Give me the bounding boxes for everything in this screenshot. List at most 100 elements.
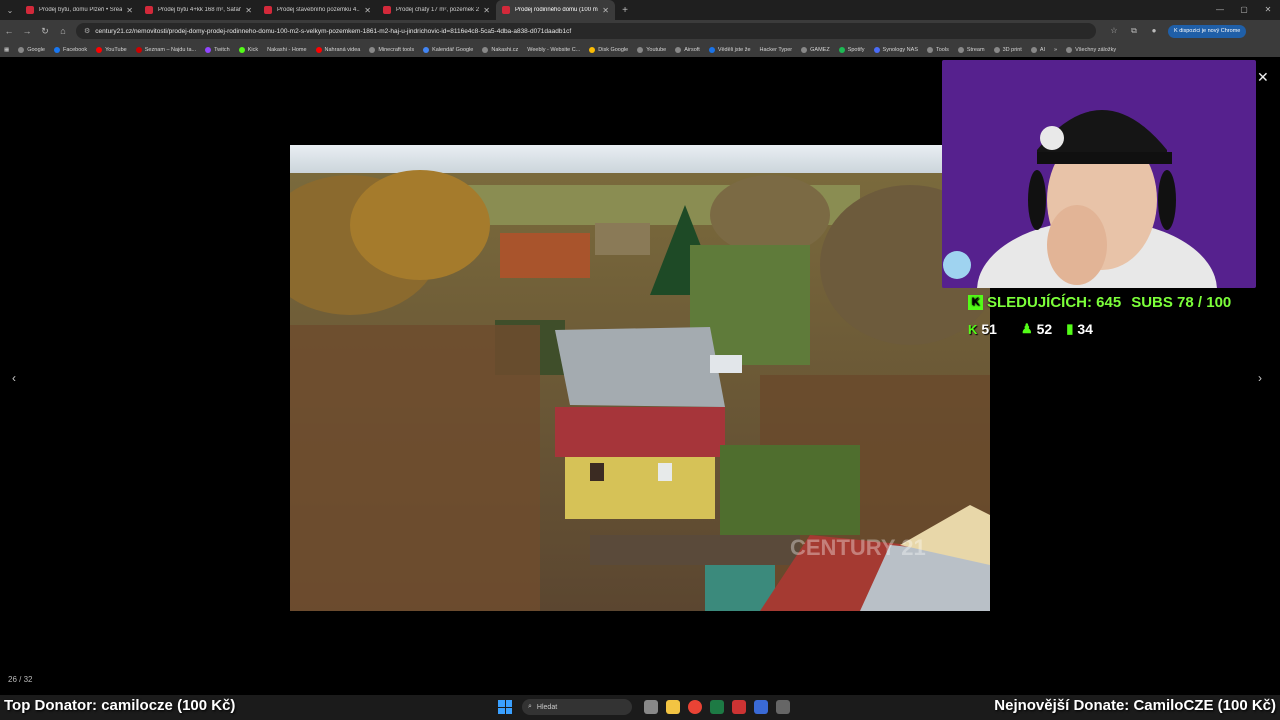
bookmark-item[interactable]: Kick [238, 46, 258, 53]
bookmark-folder[interactable]: 3D print [993, 46, 1022, 53]
photo-counter: 26 / 32 [8, 675, 33, 684]
tab-2[interactable]: Prodej bytu 4+kk 168 m², Šafaří ✕ [139, 0, 258, 20]
tab-3[interactable]: Prodej stavebního pozemku 4... ✕ [258, 0, 377, 20]
viewer-count: SLEDUJÍCÍCH: 645 [987, 293, 1122, 311]
bookmark-item[interactable]: Google [18, 46, 45, 53]
previous-photo-icon[interactable]: ‹ [12, 371, 16, 385]
kick-logo-icon: K [968, 294, 983, 310]
bookmark-item[interactable]: Weebly - Website C... [527, 47, 580, 53]
century21-icon [502, 6, 510, 14]
excel-icon[interactable] [710, 700, 724, 714]
close-window-icon[interactable]: ✕ [1256, 0, 1280, 20]
bookmark-item[interactable]: Seznam – Najdu ta... [135, 46, 196, 53]
bookmark-folder[interactable]: Youtube [637, 46, 666, 53]
browser-toolbar: ← → ↻ ⌂ ⚙ century21.cz/nemovitosti/prode… [0, 20, 1280, 42]
bookmark-favicon [238, 46, 245, 53]
file-explorer-icon[interactable] [666, 700, 680, 714]
task-view-icon[interactable] [644, 700, 658, 714]
bookmark-favicon [135, 46, 142, 53]
bookmark-item[interactable]: Věděli jste že [708, 46, 751, 53]
bookmark-item[interactable]: Airsoft [675, 46, 700, 53]
maximize-icon[interactable]: ▢ [1232, 0, 1256, 20]
bookmark-favicon [838, 46, 845, 53]
bookmark-favicon [96, 46, 103, 53]
bookmark-favicon [873, 46, 880, 53]
forward-icon[interactable]: → [18, 26, 36, 36]
subs-goal: SUBS 78 / 100 [1131, 293, 1232, 311]
tab-5-active[interactable]: Prodej rodinného domu (100 m... ✕ [496, 0, 615, 20]
century21-icon [26, 6, 34, 14]
level-count: 34 [1077, 321, 1093, 337]
all-bookmarks-folder[interactable]: Všechny záložky [1066, 46, 1116, 53]
close-tab-icon[interactable]: ✕ [364, 6, 371, 15]
window-controls: — ▢ ✕ [1208, 0, 1280, 20]
reload-icon[interactable]: ↻ [36, 26, 54, 37]
more-bookmarks-icon[interactable]: » [1054, 47, 1057, 53]
bookmark-item[interactable]: Twitch [205, 46, 230, 53]
bookmark-folder[interactable]: AI [1030, 46, 1045, 53]
bookmark-favicon [423, 46, 430, 53]
app-icon[interactable] [754, 700, 768, 714]
folder-icon [927, 46, 933, 53]
century21-icon [145, 6, 153, 14]
folder-icon [637, 46, 644, 53]
century21-watermark: CENTURY 21 [790, 535, 926, 560]
aerial-house-photo: CENTURY 21 [290, 145, 990, 611]
bookmark-item[interactable]: YouTube [96, 46, 127, 53]
kick-icon: K [968, 321, 978, 337]
next-photo-icon[interactable]: › [1258, 371, 1262, 385]
minimize-icon[interactable]: — [1208, 0, 1232, 20]
url-text: century21.cz/nemovitosti/prodej-domy-pro… [95, 27, 572, 35]
folder-icon [801, 46, 808, 53]
tab-4[interactable]: Prodej chaty 17 m², pozemek 2... ✕ [377, 0, 496, 20]
tab-search-icon[interactable]: ⌄ [0, 0, 20, 20]
bookmark-favicon [589, 46, 596, 53]
bookmark-folder[interactable]: GAMEZ [801, 46, 830, 53]
bookmark-item[interactable]: Nakashi - Home [267, 47, 306, 53]
bookmark-item[interactable]: Kalendář Google [423, 46, 473, 53]
address-bar[interactable]: ⚙ century21.cz/nemovitosti/prodej-domy-p… [76, 23, 1096, 39]
home-icon[interactable]: ⌂ [54, 26, 72, 36]
bookmark-favicon [53, 46, 60, 53]
property-photo: CENTURY 21 [290, 145, 990, 611]
close-tab-icon[interactable]: ✕ [126, 6, 133, 15]
profile-icon[interactable]: ● [1144, 26, 1164, 36]
close-tab-icon[interactable]: ✕ [245, 6, 252, 15]
bookmark-item[interactable]: Nahraná videa [315, 46, 360, 53]
close-tab-icon[interactable]: ✕ [602, 6, 609, 15]
app-icon[interactable] [732, 700, 746, 714]
taskbar-search[interactable]: ⌕ Hledat [522, 699, 632, 715]
bookmark-item[interactable]: Facebook [53, 46, 87, 53]
windows-start-icon[interactable] [498, 700, 512, 714]
bookmark-item[interactable]: Synology NAS [873, 46, 918, 53]
streamer-webcam [942, 60, 1256, 288]
taskbar: ⌕ Hledat Top Donator: camilocze (100 Kč) … [0, 695, 1280, 720]
folder-icon [369, 46, 376, 53]
tab-strip: ⌄ Prodej bytu, domu Plzeň • Sreal ✕ Prode… [0, 0, 1280, 20]
close-tab-icon[interactable]: ✕ [483, 6, 490, 15]
new-tab-button[interactable]: + [615, 5, 635, 16]
tab-1[interactable]: Prodej bytu, domu Plzeň • Sreal ✕ [20, 0, 139, 20]
site-info-icon[interactable]: ⚙ [84, 27, 90, 35]
apps-icon[interactable]: ▦ [4, 47, 9, 53]
bookmark-folder[interactable]: Tools [927, 46, 949, 53]
bookmark-favicon [708, 46, 715, 53]
follower-icon: ♟ [1020, 321, 1033, 336]
bookmark-star-icon[interactable]: ☆ [1104, 26, 1124, 36]
follower-count: 52 [1036, 321, 1053, 337]
bookmark-folder[interactable]: Stream [957, 46, 985, 53]
extensions-icon[interactable]: ⧉ [1124, 26, 1144, 36]
bookmarks-bar: ▦ Google Facebook YouTube Seznam – Najdu… [0, 42, 1280, 57]
chrome-icon[interactable] [688, 700, 702, 714]
back-icon[interactable]: ← [0, 26, 18, 36]
update-chrome-button[interactable]: K dispozici je nový Chrome [1168, 24, 1247, 38]
bar-chart-icon: ▮ [1066, 321, 1074, 336]
bookmark-item[interactable]: Hacker Typer [760, 47, 793, 53]
bookmark-item[interactable]: Spotify [838, 46, 865, 53]
folder-icon [1030, 46, 1037, 53]
bookmark-folder[interactable]: Minecraft tools [369, 46, 414, 53]
bookmark-item[interactable]: Nakashi.cz [482, 46, 518, 53]
bookmark-item[interactable]: Disk Google [589, 46, 628, 53]
app-icon[interactable] [776, 700, 790, 714]
close-gallery-icon[interactable]: ✕ [1257, 69, 1269, 86]
